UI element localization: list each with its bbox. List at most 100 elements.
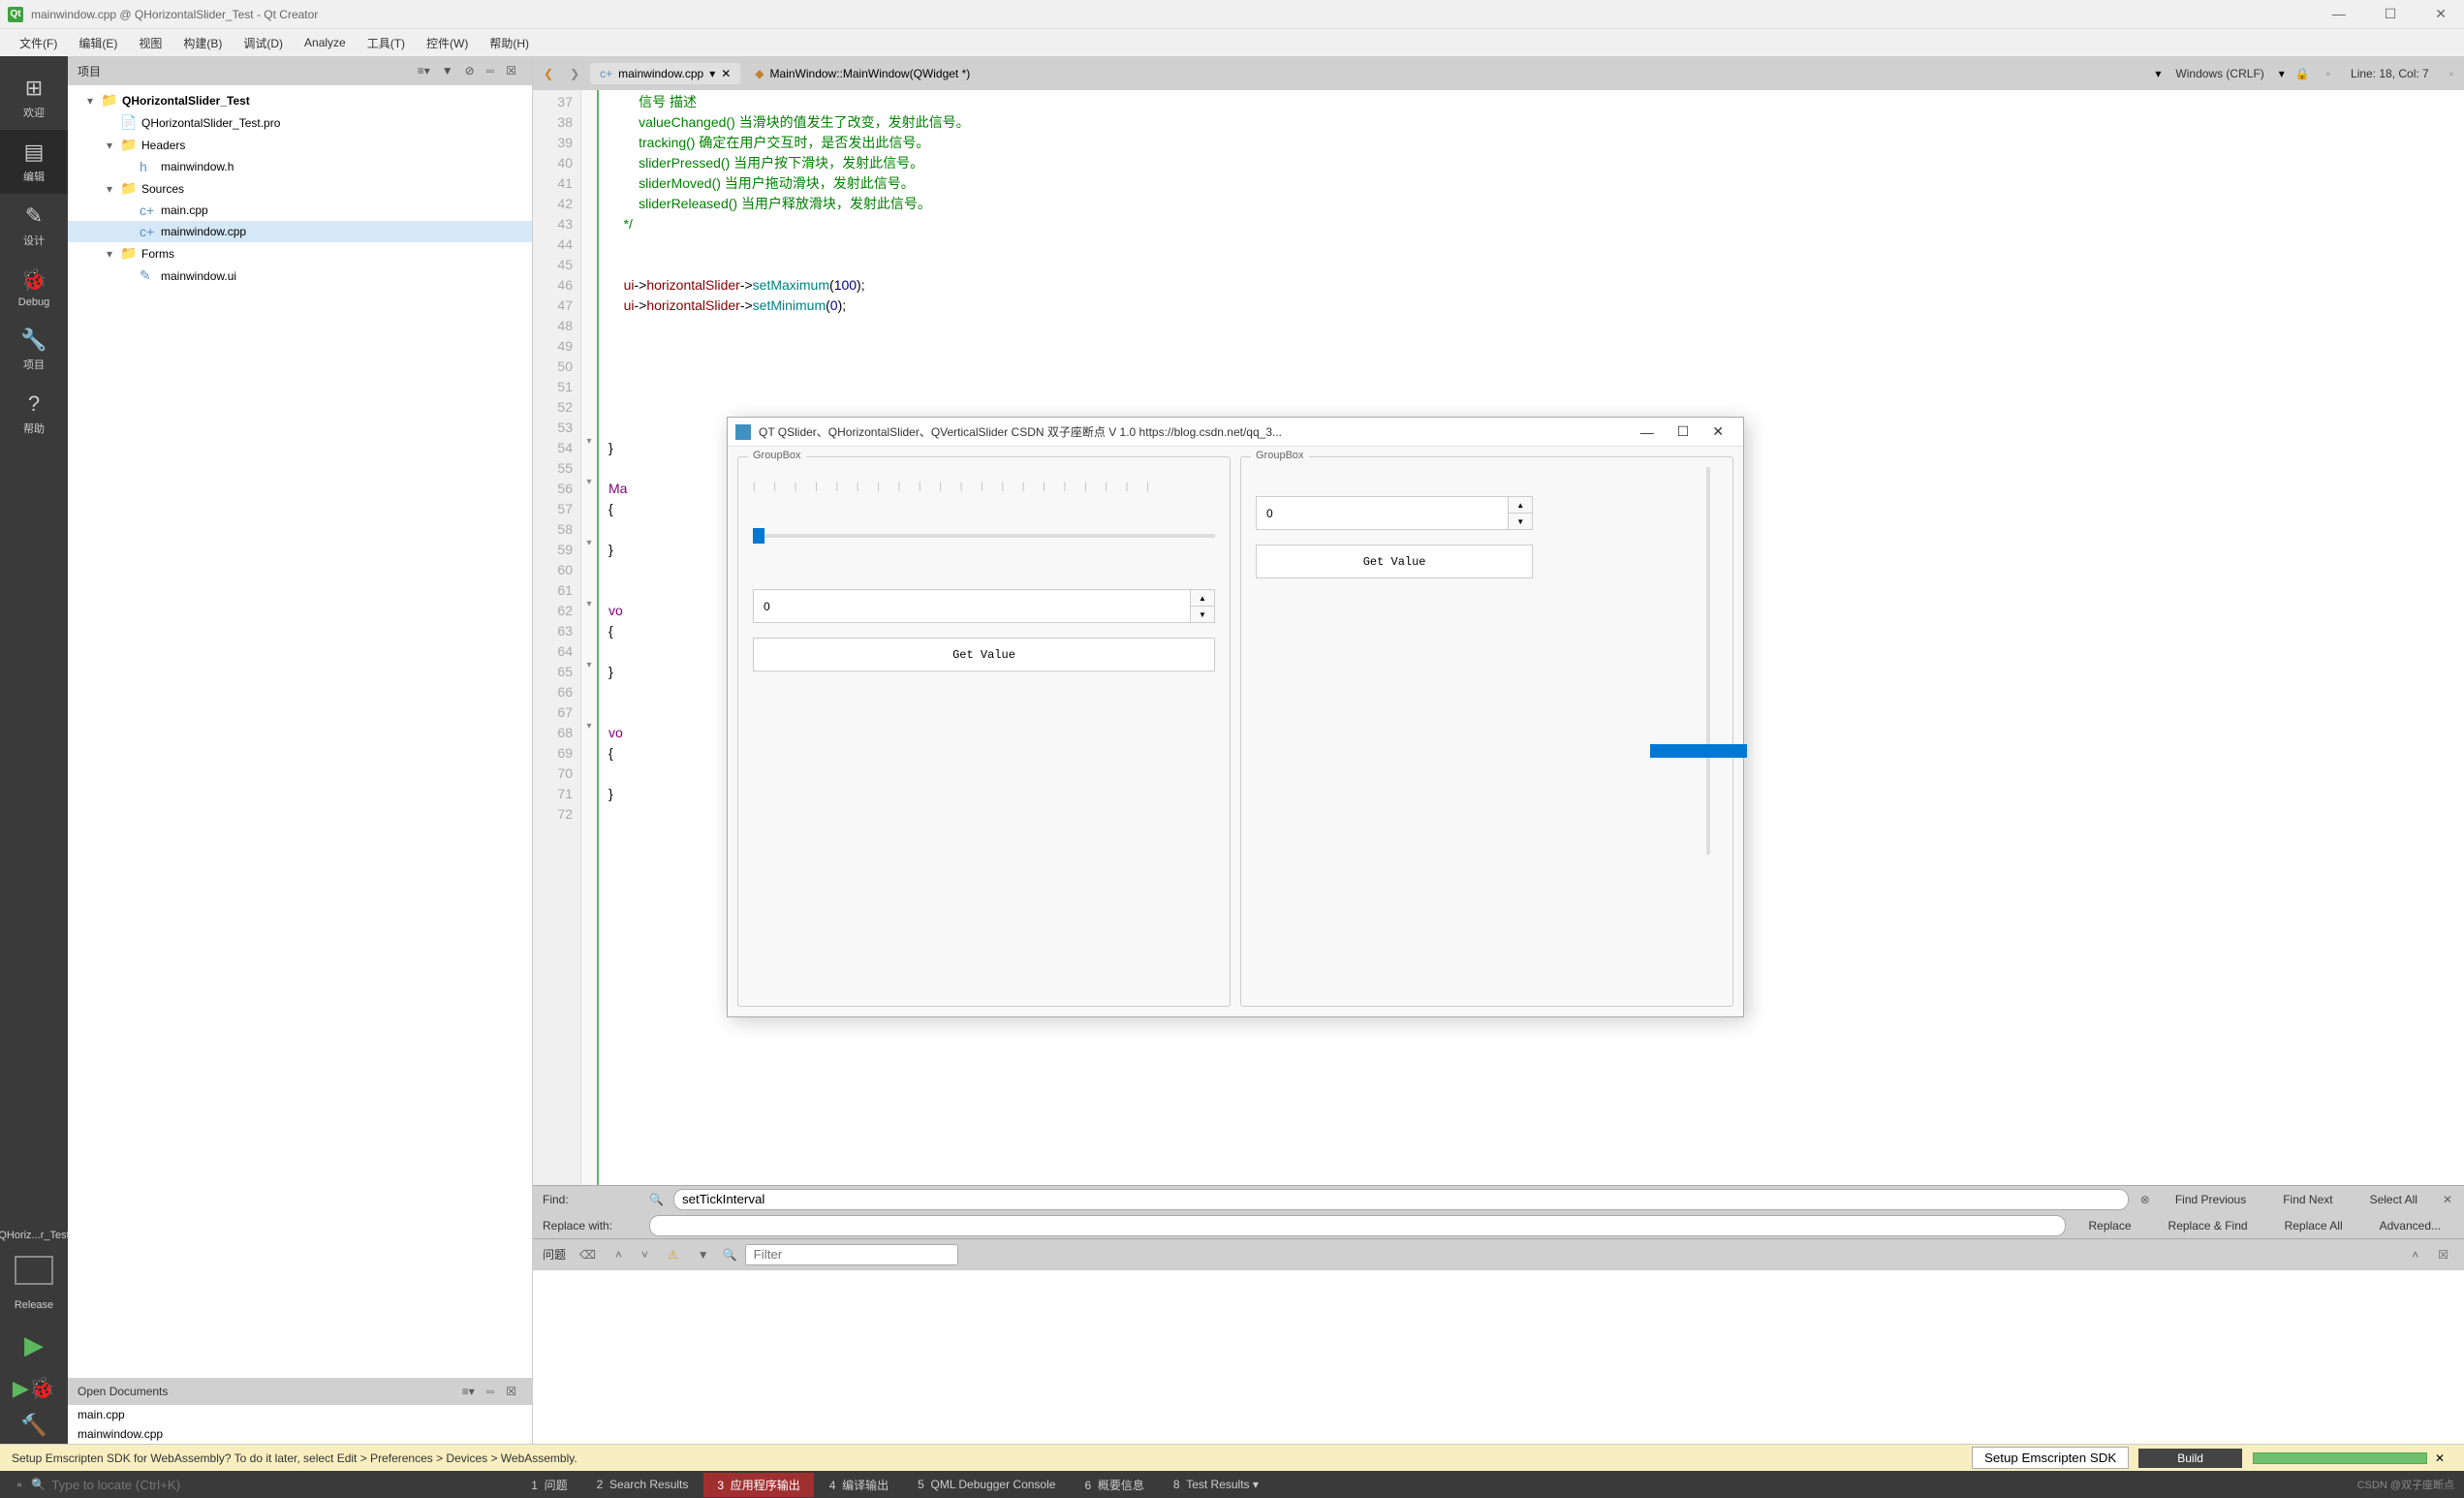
open-doc-item[interactable]: main.cpp — [68, 1405, 532, 1424]
link-icon[interactable]: ⊘ — [459, 62, 481, 79]
replace-find-button[interactable]: Replace & Find — [2155, 1217, 2261, 1234]
tree-project-root[interactable]: ▾📁QHorizontalSlider_Test — [68, 89, 532, 111]
nav-back-icon[interactable]: ❮ — [538, 63, 559, 84]
close-icon[interactable]: ☒ — [2432, 1245, 2454, 1264]
vertical-slider[interactable] — [1699, 467, 1718, 855]
minimize-button[interactable]: — — [2323, 4, 2355, 24]
spin-up-icon[interactable]: ▲ — [1191, 590, 1214, 607]
get-value-button[interactable]: Get Value — [1256, 545, 1533, 578]
split-editor-icon[interactable]: ▫ — [2444, 63, 2459, 84]
tree-forms-folder[interactable]: ▾📁Forms — [68, 242, 532, 265]
close-panel-icon[interactable]: ☒ — [500, 62, 522, 79]
tree-pro-file[interactable]: 📄QHorizontalSlider_Test.pro — [68, 111, 532, 134]
debug-run-button[interactable]: ▶🐞 — [7, 1370, 61, 1407]
fold-gutter[interactable]: ▾▾▾▾▾▾ — [581, 90, 599, 1185]
dialog-maximize-button[interactable]: ☐ — [1666, 421, 1701, 442]
down-icon[interactable]: ˅ — [636, 1245, 654, 1264]
menu-file[interactable]: 文件(F) — [10, 31, 67, 55]
status-tab-general[interactable]: 6 概要信息 — [1071, 1473, 1157, 1497]
find-input[interactable] — [673, 1189, 2129, 1210]
run-button[interactable]: ▶ — [15, 1321, 53, 1370]
status-tab-issues[interactable]: 1 问题 — [517, 1473, 580, 1497]
menu-tools[interactable]: 工具(T) — [358, 31, 415, 55]
replace-button[interactable]: Replace — [2075, 1217, 2145, 1234]
split-icon[interactable]: ▫▫ — [481, 62, 501, 79]
menu-debug[interactable]: 调试(D) — [234, 31, 293, 55]
cursor-position[interactable]: Line: 18, Col: 7 — [2341, 67, 2439, 80]
mode-projects[interactable]: 🔧项目 — [0, 318, 68, 382]
menu-view[interactable]: 视图 — [129, 31, 172, 55]
dialog-close-button[interactable]: ✕ — [1700, 421, 1735, 442]
get-value-button[interactable]: Get Value — [753, 638, 1215, 671]
tree-sources-folder[interactable]: ▾📁Sources — [68, 177, 532, 200]
tree-source-file-active[interactable]: c+mainwindow.cpp — [68, 221, 532, 242]
mode-edit[interactable]: ▤编辑 — [0, 130, 68, 194]
setup-sdk-button[interactable]: Setup Emscripten SDK — [1972, 1447, 2129, 1469]
select-all-button[interactable]: Select All — [2356, 1191, 2431, 1208]
monitor-icon[interactable] — [15, 1256, 53, 1285]
status-tab-search[interactable]: 2 Search Results — [583, 1474, 702, 1495]
status-tab-appoutput[interactable]: 3 应用程序输出 — [703, 1473, 813, 1497]
sidebar-icon[interactable]: ▫ — [2321, 63, 2336, 84]
sidebar-toggle-icon[interactable]: ▫ — [10, 1475, 29, 1494]
close-panel-icon[interactable]: ☒ — [500, 1383, 522, 1400]
tree-ui-file[interactable]: ✎mainwindow.ui — [68, 265, 532, 287]
status-tab-qml[interactable]: 5 QML Debugger Console — [904, 1474, 1069, 1495]
build-button[interactable]: 🔨 — [15, 1407, 52, 1444]
filter-icon[interactable]: ▼ — [692, 1245, 715, 1264]
mode-debug[interactable]: 🐞Debug — [0, 258, 68, 318]
line-ending[interactable]: Windows (CRLF) — [2166, 67, 2273, 80]
close-infobar-icon[interactable]: ✕ — [2427, 1450, 2452, 1467]
clear-icon[interactable]: ⊗ — [2138, 1191, 2152, 1208]
find-next-button[interactable]: Find Next — [2269, 1191, 2346, 1208]
file-tab[interactable]: c+ mainwindow.cpp ▾ ✕ — [590, 63, 740, 84]
replace-all-button[interactable]: Replace All — [2271, 1217, 2356, 1234]
symbol-selector[interactable]: ◆ MainWindow::MainWindow(QWidget *) — [745, 63, 1685, 84]
warning-icon[interactable]: ⚠ — [662, 1245, 684, 1264]
lock-icon[interactable]: 🔒 — [2290, 63, 2316, 84]
horizontal-slider[interactable] — [753, 526, 1215, 546]
find-previous-button[interactable]: Find Previous — [2162, 1191, 2260, 1208]
up-icon[interactable]: ˄ — [609, 1245, 628, 1264]
menu-help[interactable]: 帮助(H) — [480, 31, 539, 55]
dropdown-icon[interactable]: ▾ — [2155, 67, 2161, 80]
issues-output[interactable] — [533, 1269, 2464, 1444]
advanced-button[interactable]: Advanced... — [2366, 1217, 2454, 1234]
clear-icon[interactable]: ⌫ — [574, 1245, 602, 1264]
locator[interactable]: 🔍 — [31, 1478, 515, 1492]
tree-header-file[interactable]: hmainwindow.h — [68, 156, 532, 177]
locator-input[interactable] — [51, 1478, 515, 1492]
spinbox-input[interactable] — [754, 590, 1190, 622]
close-tab-icon[interactable]: ✕ — [721, 67, 731, 80]
dropdown-icon[interactable]: ▾ — [709, 67, 715, 80]
mode-welcome[interactable]: ⊞欢迎 — [0, 66, 68, 130]
close-button[interactable]: ✕ — [2425, 4, 2456, 24]
status-tab-compile[interactable]: 4 编译输出 — [816, 1473, 902, 1497]
tree-source-file[interactable]: c+main.cpp — [68, 200, 532, 221]
menu-widgets[interactable]: 控件(W) — [417, 31, 478, 55]
kit-name[interactable]: QHoriz...r_Test — [0, 1220, 75, 1251]
mode-help[interactable]: ?帮助 — [0, 382, 68, 446]
nav-forward-icon[interactable]: ❯ — [564, 63, 585, 84]
spin-down-icon[interactable]: ▼ — [1509, 514, 1532, 529]
spin-down-icon[interactable]: ▼ — [1191, 607, 1214, 622]
close-findbar-icon[interactable]: ✕ — [2441, 1191, 2454, 1208]
slider-handle[interactable] — [1650, 744, 1747, 758]
maximize-button[interactable]: ☐ — [2375, 4, 2407, 24]
replace-input[interactable] — [649, 1215, 2066, 1236]
menu-analyze[interactable]: Analyze — [295, 32, 356, 53]
filter-icon[interactable]: ▼ — [436, 62, 459, 79]
spin-up-icon[interactable]: ▲ — [1509, 497, 1532, 514]
status-tab-tests[interactable]: 8 Test Results ▾ — [1160, 1474, 1272, 1495]
collapse-icon[interactable]: ˄ — [2406, 1245, 2424, 1264]
menu-edit[interactable]: 编辑(E) — [69, 31, 127, 55]
open-doc-item[interactable]: mainwindow.cpp — [68, 1424, 532, 1444]
menu-build[interactable]: 构建(B) — [173, 31, 232, 55]
dropdown-icon[interactable]: ▾ — [2279, 67, 2285, 80]
dialog-minimize-button[interactable]: — — [1629, 422, 1666, 442]
project-selector-icon[interactable]: ≡▾ — [412, 62, 436, 79]
tree-headers-folder[interactable]: ▾📁Headers — [68, 134, 532, 156]
dialog-titlebar[interactable]: QT QSlider、QHorizontalSlider、QVerticalSl… — [728, 418, 1743, 447]
mode-design[interactable]: ✎设计 — [0, 194, 68, 258]
spinbox-input[interactable] — [1257, 497, 1508, 529]
